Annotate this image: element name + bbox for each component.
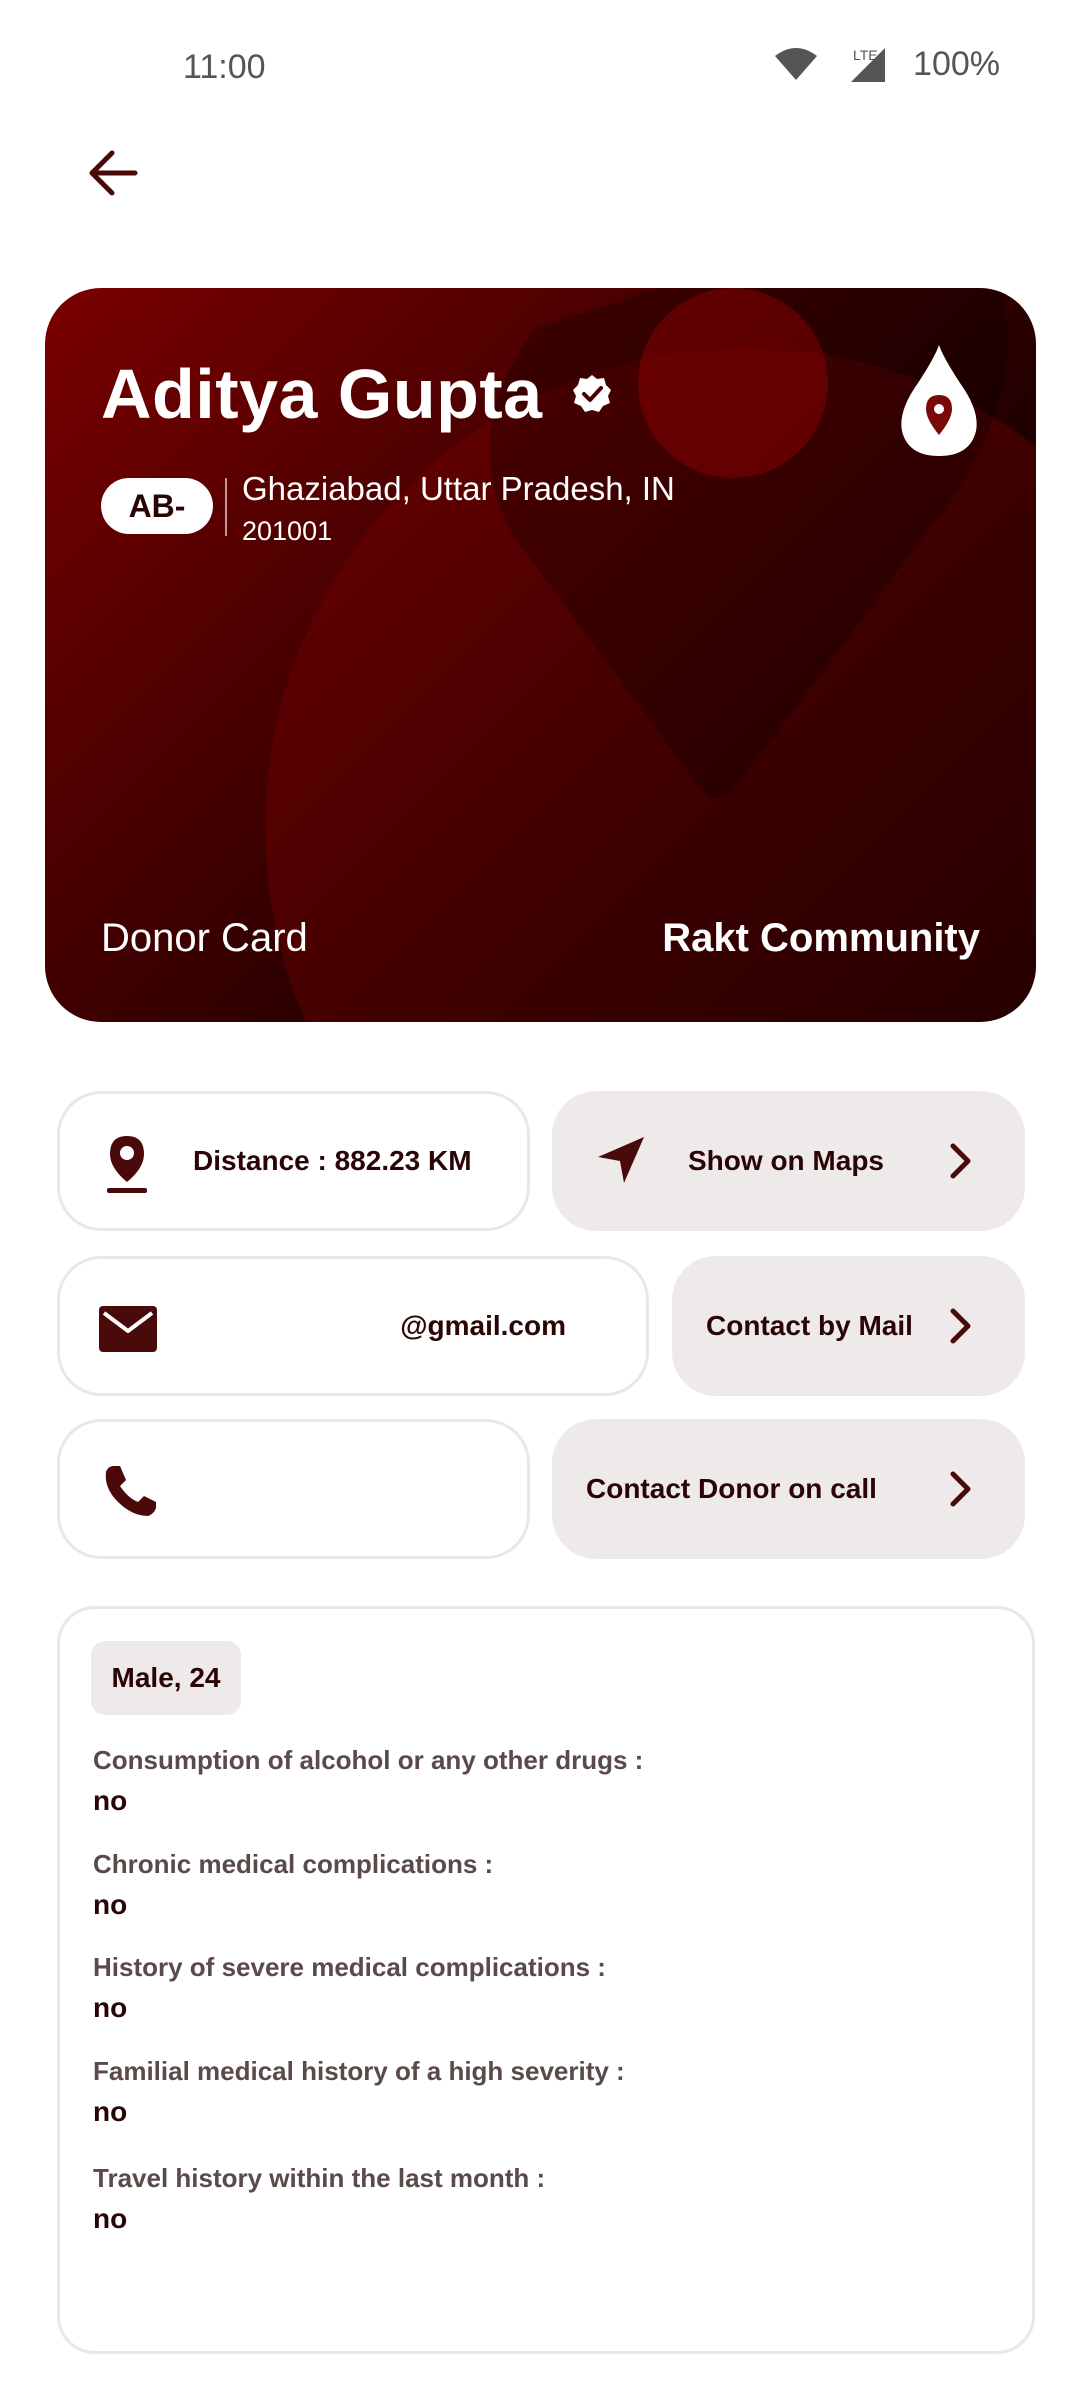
back-button[interactable] <box>80 140 146 206</box>
verified-badge-icon <box>572 375 611 412</box>
detail-answer: no <box>93 2203 128 2234</box>
detail-answer: no <box>93 2096 128 2127</box>
distance-text: Distance : 882.23 KM <box>193 1145 472 1176</box>
distance-pill: Distance : 882.23 KM <box>57 1091 530 1231</box>
navigation-arrow-icon <box>598 1137 644 1183</box>
email-text: @gmail.com <box>400 1310 566 1341</box>
cell-signal-icon: LTE <box>851 47 886 82</box>
donor-name-text: Aditya Gupta <box>101 355 543 433</box>
detail-question: Consumption of alcohol or any other drug… <box>93 1745 644 1775</box>
battery-level: 100% <box>913 44 1000 83</box>
status-icons: LTE 100% <box>773 44 1000 84</box>
location-pin-icon <box>107 1136 147 1193</box>
show-on-maps-button[interactable]: Show on Maps <box>552 1091 1025 1231</box>
donor-pincode: 201001 <box>242 516 333 546</box>
wifi-icon <box>775 48 818 80</box>
chevron-right-icon <box>950 1308 971 1344</box>
detail-question: Chronic medical complications : <box>93 1849 494 1879</box>
detail-question: Familial medical history of a high sever… <box>93 2056 625 2086</box>
card-type-label: Donor Card <box>101 916 308 960</box>
detail-answer: no <box>93 1889 128 1920</box>
contact-donor-call-label: Contact Donor on call <box>586 1473 877 1504</box>
detail-answer: no <box>93 1992 128 2023</box>
detail-question: History of severe medical complications … <box>93 1952 606 1982</box>
donor-name: Aditya Gupta <box>101 354 613 434</box>
blood-group-badge: AB- <box>101 478 213 534</box>
mail-icon <box>99 1306 157 1352</box>
chevron-right-icon <box>950 1143 971 1179</box>
status-time: 11:00 <box>183 48 266 86</box>
phone-icon <box>105 1466 156 1516</box>
donor-details-card: Male, 24 Consumption of alcohol or any o… <box>57 1606 1035 2354</box>
show-on-maps-label: Show on Maps <box>688 1145 884 1176</box>
chevron-right-icon <box>950 1471 971 1507</box>
contact-by-mail-button[interactable]: Contact by Mail <box>672 1256 1025 1396</box>
detail-answer: no <box>93 1785 128 1816</box>
gender-age-tag: Male, 24 <box>91 1641 241 1715</box>
back-arrow-icon <box>89 150 138 196</box>
detail-question: Travel history within the last month : <box>93 2163 546 2193</box>
donor-location: Ghaziabad, Uttar Pradesh, IN <box>242 470 675 507</box>
blood-drop-location-icon <box>901 345 977 456</box>
svg-text:LTE: LTE <box>853 47 878 63</box>
phone-pill <box>57 1419 530 1559</box>
email-pill: @gmail.com <box>57 1256 649 1396</box>
badge-divider <box>225 478 227 536</box>
contact-donor-call-button[interactable]: Contact Donor on call <box>552 1419 1025 1559</box>
brand-name: Rakt Community <box>662 916 980 960</box>
donor-card: Aditya Gupta AB- Ghaziabad, Uttar Prades… <box>45 288 1036 1022</box>
contact-by-mail-label: Contact by Mail <box>706 1310 913 1341</box>
status-bar: 11:00 LTE 100% <box>0 0 1080 130</box>
